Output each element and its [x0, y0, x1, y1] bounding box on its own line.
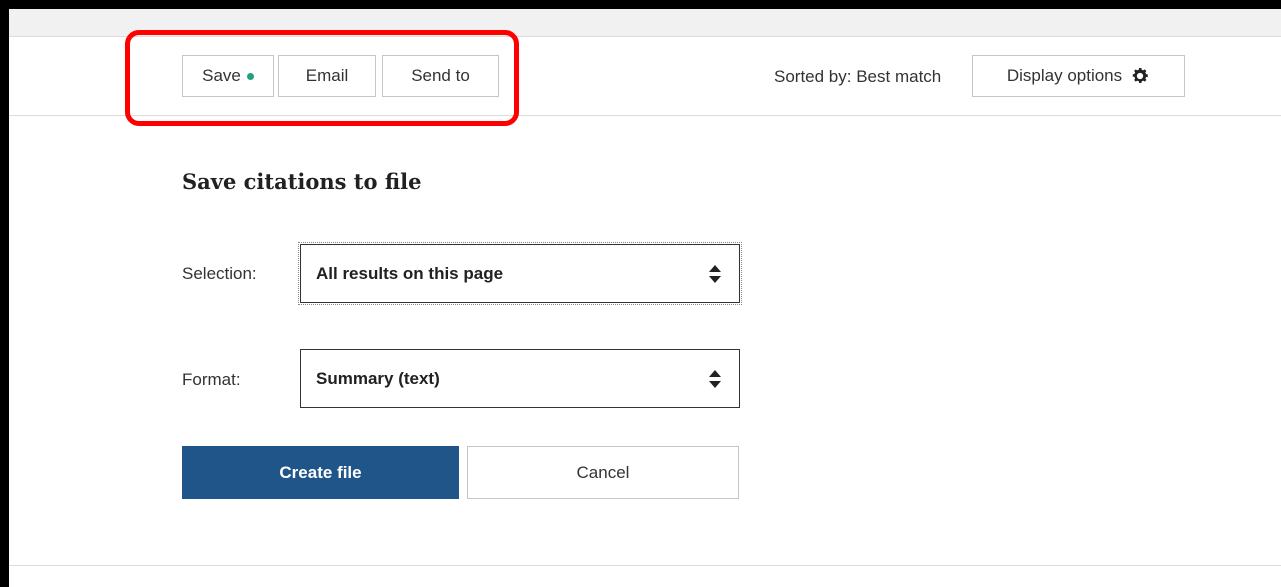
- send-to-button-label: Send to: [411, 66, 470, 85]
- display-options-button[interactable]: Display options: [972, 55, 1185, 97]
- format-select[interactable]: Summary (text): [300, 349, 740, 408]
- save-button-label: Save: [202, 66, 241, 85]
- up-down-arrows-icon: [709, 369, 721, 388]
- sort-status[interactable]: Sorted by: Best match: [774, 67, 941, 87]
- bottom-divider: [9, 565, 1281, 566]
- panel-title: Save citations to file: [182, 169, 422, 194]
- format-label: Format:: [182, 370, 241, 389]
- up-down-arrows-icon: [709, 264, 721, 283]
- create-file-button[interactable]: Create file: [182, 446, 459, 499]
- create-file-label: Create file: [279, 462, 362, 482]
- selection-select[interactable]: All results on this page: [298, 242, 742, 305]
- cancel-label: Cancel: [576, 462, 630, 482]
- send-to-button[interactable]: Send to: [382, 55, 499, 97]
- selection-value: All results on this page: [316, 263, 504, 283]
- top-strip: [9, 9, 1281, 37]
- save-active-indicator-icon: [246, 72, 254, 80]
- selection-label: Selection:: [182, 264, 257, 283]
- format-value: Summary (text): [316, 368, 440, 388]
- cancel-button[interactable]: Cancel: [467, 446, 739, 499]
- email-button-label: Email: [305, 66, 349, 85]
- results-toolbar: Save Email Send to Sorted by: Best match…: [9, 38, 1281, 116]
- email-button[interactable]: Email: [278, 55, 376, 97]
- display-options-label: Display options: [1006, 66, 1123, 85]
- page-frame: Save Email Send to Sorted by: Best match…: [9, 9, 1281, 587]
- save-button[interactable]: Save: [182, 55, 274, 97]
- gear-icon: [1132, 68, 1148, 83]
